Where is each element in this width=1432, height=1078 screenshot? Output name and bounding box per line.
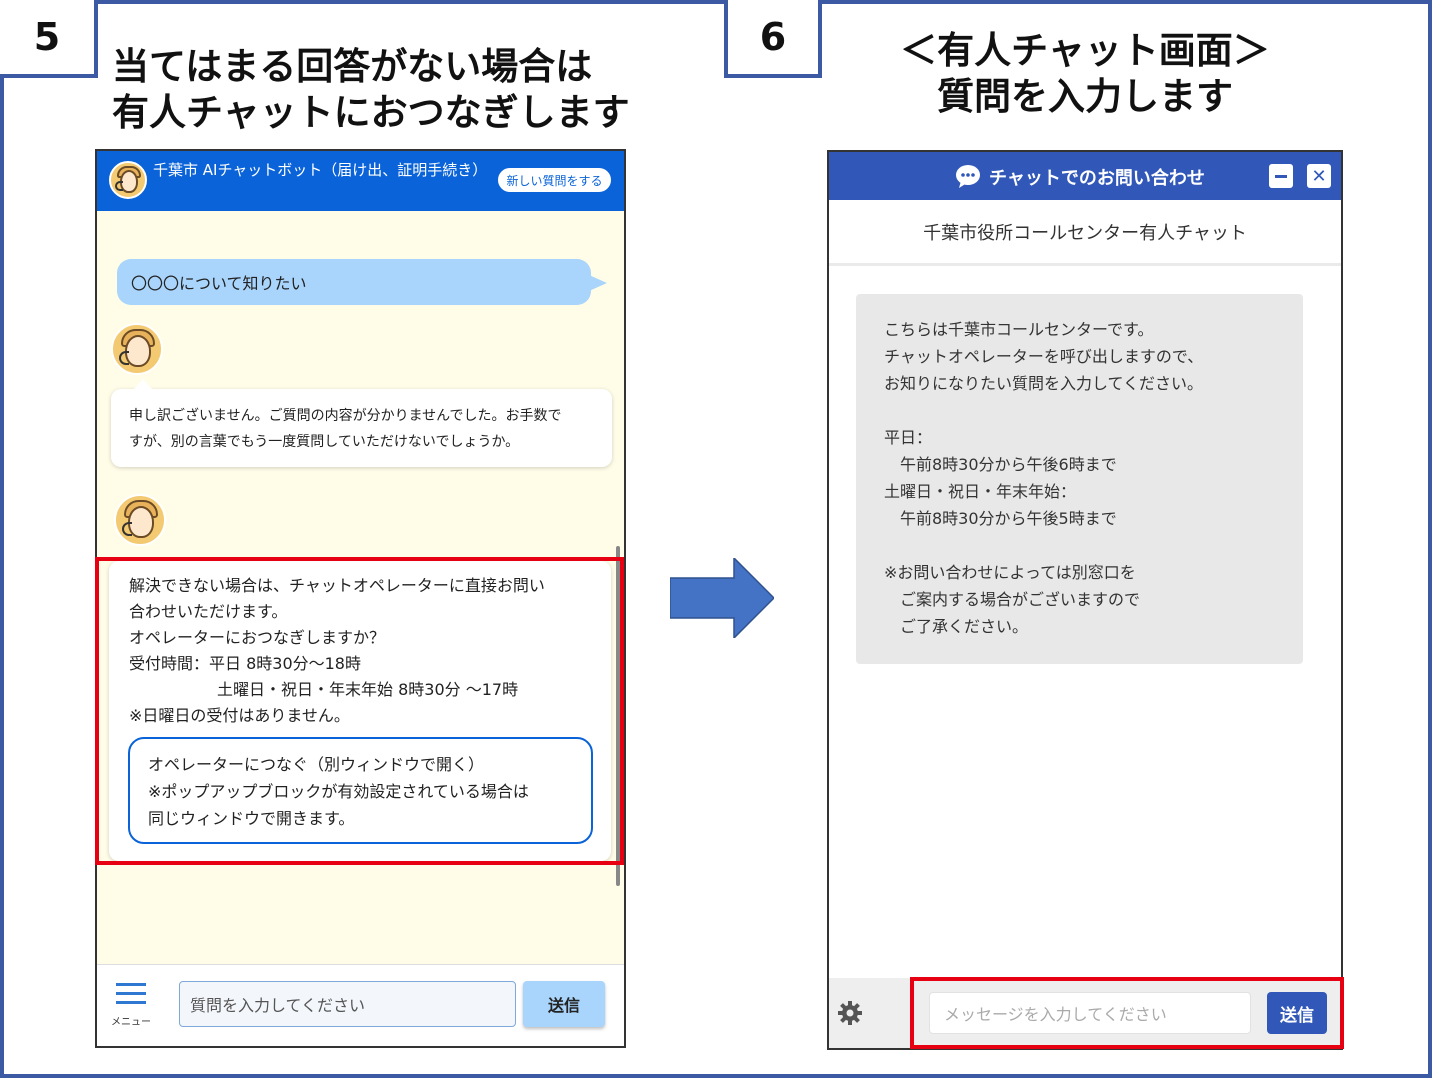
message-line: 平日： <box>884 428 933 447</box>
right-arrow-icon <box>670 558 774 638</box>
operator-message-bubble: こちらは千葉市コールセンターです。 チャットオペレーターを呼び出しますので、 お… <box>856 294 1303 664</box>
chat-bubble-icon <box>956 165 980 188</box>
human-chat-title: チャットでのお問い合わせ <box>989 168 1205 189</box>
bot-reply-line: 申し訳ございません。ご質問の内容が分かりませんでした。お手数で <box>129 408 562 424</box>
send-button[interactable]: 送信 <box>523 981 605 1027</box>
step-5-heading: 当てはまる回答がない場合は 有人チャットにおつなぎします <box>112 44 630 136</box>
heading-line: 有人チャットにおつなぎします <box>112 91 630 134</box>
chatbot-title: 千葉市 AIチャットボット（届け出、証明手続き） <box>153 161 488 179</box>
heading-line: 当てはまる回答がない場合は <box>112 45 593 88</box>
highlight-frame-message-input <box>910 977 1344 1049</box>
step-number-6: 6 <box>724 0 822 78</box>
message-line: ご了承ください。 <box>884 617 1029 636</box>
minimize-button[interactable] <box>1269 164 1293 188</box>
user-message-bubble: 〇〇〇について知りたい <box>117 259 607 305</box>
operator-avatar-icon <box>111 323 163 375</box>
operator-avatar-icon <box>114 494 166 546</box>
bot-reply-bubble: 申し訳ございません。ご質問の内容が分かりませんでした。お手数で すが、別の言葉で… <box>111 379 612 467</box>
bot-reply-line: すが、別の言葉でもう一度質問していただけないでしょうか。 <box>129 434 520 450</box>
human-chat-window: チャットでのお問い合わせ ✕ 千葉市役所コールセンター有人チャット こちらは千葉… <box>827 150 1343 1050</box>
message-line <box>884 397 1275 424</box>
message-line: チャットオペレーターを呼び出しますので、 <box>884 347 1204 366</box>
message-line: ご案内する場合がございますので <box>884 590 1141 609</box>
chatbot-header: 千葉市 AIチャットボット（届け出、証明手続き） 新しい質問をする <box>97 151 624 211</box>
heading-line: ＜有人チャット画面＞ <box>900 29 1270 72</box>
human-chat-header: チャットでのお問い合わせ ✕ <box>829 152 1341 200</box>
message-line <box>884 532 1275 559</box>
highlight-frame-operator-offer <box>95 557 624 865</box>
heading-line: 質問を入力します <box>937 75 1233 118</box>
menu-icon <box>116 983 146 986</box>
step-number-5: 5 <box>0 0 98 78</box>
message-line: 午前8時30分から午後5時まで <box>884 509 1117 528</box>
menu-button[interactable]: メニュー <box>111 981 151 1029</box>
menu-label: メニュー <box>111 1017 151 1028</box>
message-line: お知りになりたい質問を入力してください。 <box>884 374 1204 393</box>
message-line: ※お問い合わせによっては別窓口を <box>884 563 1136 582</box>
question-input[interactable]: 質問を入力してください <box>179 981 516 1027</box>
new-question-button[interactable]: 新しい質問をする <box>497 167 612 193</box>
close-button[interactable]: ✕ <box>1307 164 1331 188</box>
step-6-heading: ＜有人チャット画面＞ 質問を入力します <box>830 28 1340 120</box>
message-line: 土曜日・祝日・年末年始： <box>884 482 1077 501</box>
gear-icon[interactable] <box>837 1000 863 1026</box>
message-line: こちらは千葉市コールセンターです。 <box>884 320 1154 339</box>
chatbot-footer: メニュー 質問を入力してください 送信 <box>97 964 624 1046</box>
operator-avatar-icon <box>109 161 147 199</box>
message-line: 午前8時30分から午後6時まで <box>884 455 1117 474</box>
call-center-title: 千葉市役所コールセンター有人チャット <box>829 200 1341 266</box>
